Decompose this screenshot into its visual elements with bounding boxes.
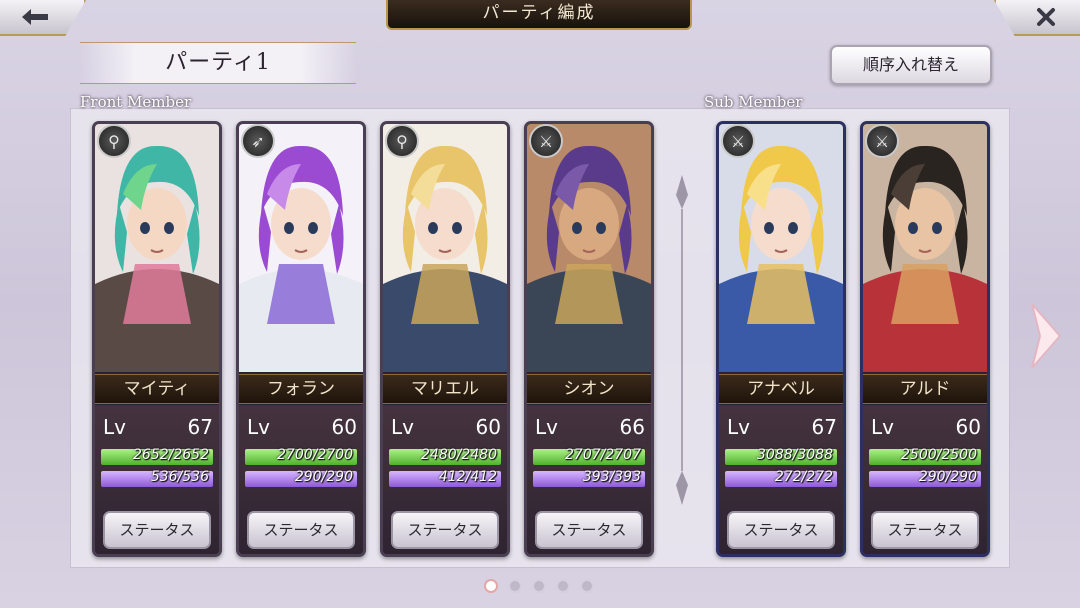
mp-value: 536/536 <box>150 469 209 485</box>
page-dot[interactable] <box>508 579 522 593</box>
character-stats: Lv 60 2700/2700 290/290 ステータス <box>239 405 363 554</box>
level-value: 60 <box>955 415 981 439</box>
level-row: Lv 67 <box>727 415 837 441</box>
page-dot[interactable] <box>532 579 546 593</box>
level-row: Lv 60 <box>247 415 357 441</box>
sword-icon: ⚔ <box>529 124 563 158</box>
character-portrait[interactable] <box>719 124 843 372</box>
level-label: Lv <box>871 415 894 439</box>
level-label: Lv <box>103 415 126 439</box>
party-name: パーティ1 <box>80 42 356 84</box>
mp-value: 290/290 <box>918 469 977 485</box>
level-row: Lv 60 <box>871 415 981 441</box>
character-portrait[interactable] <box>527 124 651 372</box>
page-dot[interactable] <box>580 579 594 593</box>
sub-member-card[interactable]: ⚔ アルド Lv 60 2500/2500 290/290 ステータス <box>860 121 990 557</box>
mp-bar: 412/412 <box>389 469 501 487</box>
arrow-icon: ➶ <box>241 124 275 158</box>
level-value: 66 <box>619 415 645 439</box>
mp-value: 393/393 <box>582 469 641 485</box>
hp-value: 2500/2500 <box>901 447 977 463</box>
character-stats: Lv 66 2707/2707 393/393 ステータス <box>527 405 651 554</box>
hp-value: 2480/2480 <box>421 447 497 463</box>
mp-bar: 536/536 <box>101 469 213 487</box>
sub-member-label: Sub Member <box>704 93 803 111</box>
hp-value: 2652/2652 <box>133 447 209 463</box>
hp-value: 3088/3088 <box>757 447 833 463</box>
mp-bar: 393/393 <box>533 469 645 487</box>
mp-value: 412/412 <box>438 469 497 485</box>
level-row: Lv 66 <box>535 415 645 441</box>
close-button[interactable] <box>994 0 1080 36</box>
mp-value: 272/272 <box>774 469 833 485</box>
level-value: 67 <box>811 415 837 439</box>
character-name: マリエル <box>383 374 507 404</box>
character-stats: Lv 67 2652/2652 536/536 ステータス <box>95 405 219 554</box>
level-value: 67 <box>187 415 213 439</box>
character-name: シオン <box>527 374 651 404</box>
status-button[interactable]: ステータス <box>727 511 835 549</box>
level-label: Lv <box>391 415 414 439</box>
mp-bar: 272/272 <box>725 469 837 487</box>
front-member-card[interactable]: ➶ フォラン Lv 60 2700/2700 290/290 ステータス <box>236 121 366 557</box>
close-icon <box>1037 8 1055 26</box>
hp-bar: 2500/2500 <box>869 447 981 465</box>
hp-bar: 2480/2480 <box>389 447 501 465</box>
key-icon: ⚲ <box>97 124 131 158</box>
hp-bar: 2652/2652 <box>101 447 213 465</box>
status-button[interactable]: ステータス <box>871 511 979 549</box>
character-stats: Lv 60 2500/2500 290/290 ステータス <box>863 405 987 554</box>
divider-ornament <box>676 175 688 505</box>
page-indicator <box>484 579 594 593</box>
sword-icon: ⚔ <box>721 124 755 158</box>
status-button[interactable]: ステータス <box>247 511 355 549</box>
front-member-card[interactable]: ⚔ シオン Lv 66 2707/2707 393/393 ステータス <box>524 121 654 557</box>
hp-bar: 2700/2700 <box>245 447 357 465</box>
status-button[interactable]: ステータス <box>535 511 643 549</box>
hp-bar: 3088/3088 <box>725 447 837 465</box>
level-label: Lv <box>727 415 750 439</box>
mp-value: 290/290 <box>294 469 353 485</box>
character-name: アナベル <box>719 374 843 404</box>
status-button[interactable]: ステータス <box>103 511 211 549</box>
level-label: Lv <box>535 415 558 439</box>
top-bar: パーティ編成 <box>0 0 1080 36</box>
page-dot[interactable] <box>484 579 498 593</box>
key-icon: ⚲ <box>385 124 419 158</box>
hp-bar: 2707/2707 <box>533 447 645 465</box>
level-label: Lv <box>247 415 270 439</box>
sub-member-card[interactable]: ⚔ アナベル Lv 67 3088/3088 272/272 ステータス <box>716 121 846 557</box>
character-name: マイティ <box>95 374 219 404</box>
mp-bar: 290/290 <box>869 469 981 487</box>
front-member-label: Front Member <box>80 93 192 111</box>
character-portrait[interactable] <box>239 124 363 372</box>
back-button[interactable] <box>0 0 86 36</box>
back-arrow-icon <box>22 9 48 25</box>
character-stats: Lv 67 3088/3088 272/272 ステータス <box>719 405 843 554</box>
level-value: 60 <box>475 415 501 439</box>
character-stats: Lv 60 2480/2480 412/412 ステータス <box>383 405 507 554</box>
character-name: フォラン <box>239 374 363 404</box>
level-value: 60 <box>331 415 357 439</box>
page-dot[interactable] <box>556 579 570 593</box>
character-name: アルド <box>863 374 987 404</box>
front-member-card[interactable]: ⚲ マイティ Lv 67 2652/2652 536/536 ステータス <box>92 121 222 557</box>
level-row: Lv 60 <box>391 415 501 441</box>
sword-icon: ⚔ <box>865 124 899 158</box>
reorder-button[interactable]: 順序入れ替え <box>830 45 992 85</box>
hp-value: 2700/2700 <box>277 447 353 463</box>
level-row: Lv 67 <box>103 415 213 441</box>
character-portrait[interactable] <box>383 124 507 372</box>
character-portrait[interactable] <box>95 124 219 372</box>
front-member-card[interactable]: ⚲ マリエル Lv 60 2480/2480 412/412 ステータス <box>380 121 510 557</box>
mp-bar: 290/290 <box>245 469 357 487</box>
status-button[interactable]: ステータス <box>391 511 499 549</box>
character-portrait[interactable] <box>863 124 987 372</box>
screen-title: パーティ編成 <box>386 0 692 30</box>
hp-value: 2707/2707 <box>565 447 641 463</box>
next-page-arrow-icon[interactable] <box>1028 300 1064 372</box>
